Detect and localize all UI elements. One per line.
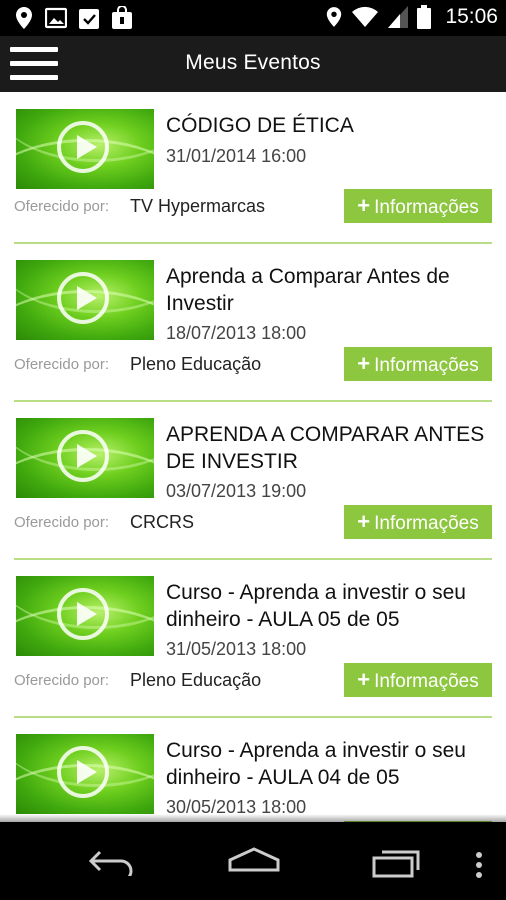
home-icon[interactable]	[226, 846, 282, 876]
back-icon[interactable]	[88, 846, 138, 876]
event-date: 18/07/2013 18:00	[166, 323, 307, 343]
event-title: APRENDA A COMPARAR ANTES DE INVESTIR	[166, 423, 485, 473]
image-icon	[45, 7, 67, 29]
event-thumbnail[interactable]	[16, 260, 154, 340]
play-icon	[57, 272, 109, 324]
info-button[interactable]: +Informações	[344, 189, 492, 223]
info-button[interactable]: +Informações	[344, 505, 492, 539]
event-date: 03/07/2013 19:00	[166, 481, 307, 501]
location-icon	[16, 7, 32, 29]
event-thumbnail[interactable]	[16, 109, 154, 189]
event-title: Curso - Aprenda a investir o seu dinheir…	[166, 581, 466, 631]
event-title: Aprenda a Comparar Antes de Investir	[166, 265, 450, 315]
offered-by-name: TV Hypermarcas	[130, 196, 266, 216]
app-bar: Meus Eventos	[0, 36, 506, 92]
event-date: 31/05/2013 18:00	[166, 639, 307, 659]
wifi-icon	[352, 6, 379, 27]
event-item[interactable]: CÓDIGO DE ÉTICA 31/01/2014 16:00 Ofereci…	[14, 92, 492, 250]
event-thumbnail[interactable]	[16, 576, 154, 656]
offered-by-label: Oferecido por:	[14, 514, 110, 531]
offered-by-label: Oferecido por:	[14, 198, 110, 215]
offered-by-name: Pleno Educação	[130, 354, 262, 374]
event-item[interactable]: Curso - Aprenda a investir o seu dinheir…	[14, 718, 492, 822]
event-thumbnail[interactable]	[16, 734, 154, 814]
page-title: Meus Eventos	[185, 51, 321, 74]
signal-icon	[388, 6, 409, 28]
event-list[interactable]: CÓDIGO DE ÉTICA 31/01/2014 16:00 Ofereci…	[0, 92, 506, 822]
info-button[interactable]: +Informações	[344, 347, 492, 381]
play-icon	[57, 121, 109, 173]
offered-by-name: CRCRS	[130, 512, 195, 532]
event-title: CÓDIGO DE ÉTICA	[166, 114, 354, 137]
location-icon	[327, 7, 342, 27]
overflow-menu-icon[interactable]	[474, 852, 484, 878]
offered-by-label: Oferecido por:	[14, 672, 110, 689]
battery-icon	[417, 5, 432, 29]
event-item[interactable]: Aprenda a Comparar Antes de Investir 18/…	[14, 244, 492, 402]
play-icon	[57, 746, 109, 798]
clipboard-check-icon	[79, 9, 99, 29]
offered-by-label: Oferecido por:	[14, 356, 110, 373]
event-title: Curso - Aprenda a investir o seu dinheir…	[166, 739, 466, 789]
event-thumbnail[interactable]	[16, 418, 154, 498]
shopping-bag-icon	[112, 6, 132, 29]
status-time: 15:06	[445, 5, 498, 28]
status-bar: 15:06	[0, 0, 506, 36]
navigation-bar	[0, 814, 506, 900]
play-icon	[57, 588, 109, 640]
info-button[interactable]: +Informações	[344, 663, 492, 697]
event-item[interactable]: Curso - Aprenda a investir o seu dinheir…	[14, 560, 492, 718]
event-item[interactable]: APRENDA A COMPARAR ANTES DE INVESTIR 03/…	[14, 402, 492, 560]
event-date: 31/01/2014 16:00	[166, 146, 307, 166]
offered-by-name: Pleno Educação	[130, 670, 262, 690]
recent-apps-icon[interactable]	[370, 846, 422, 878]
play-icon	[57, 430, 109, 482]
